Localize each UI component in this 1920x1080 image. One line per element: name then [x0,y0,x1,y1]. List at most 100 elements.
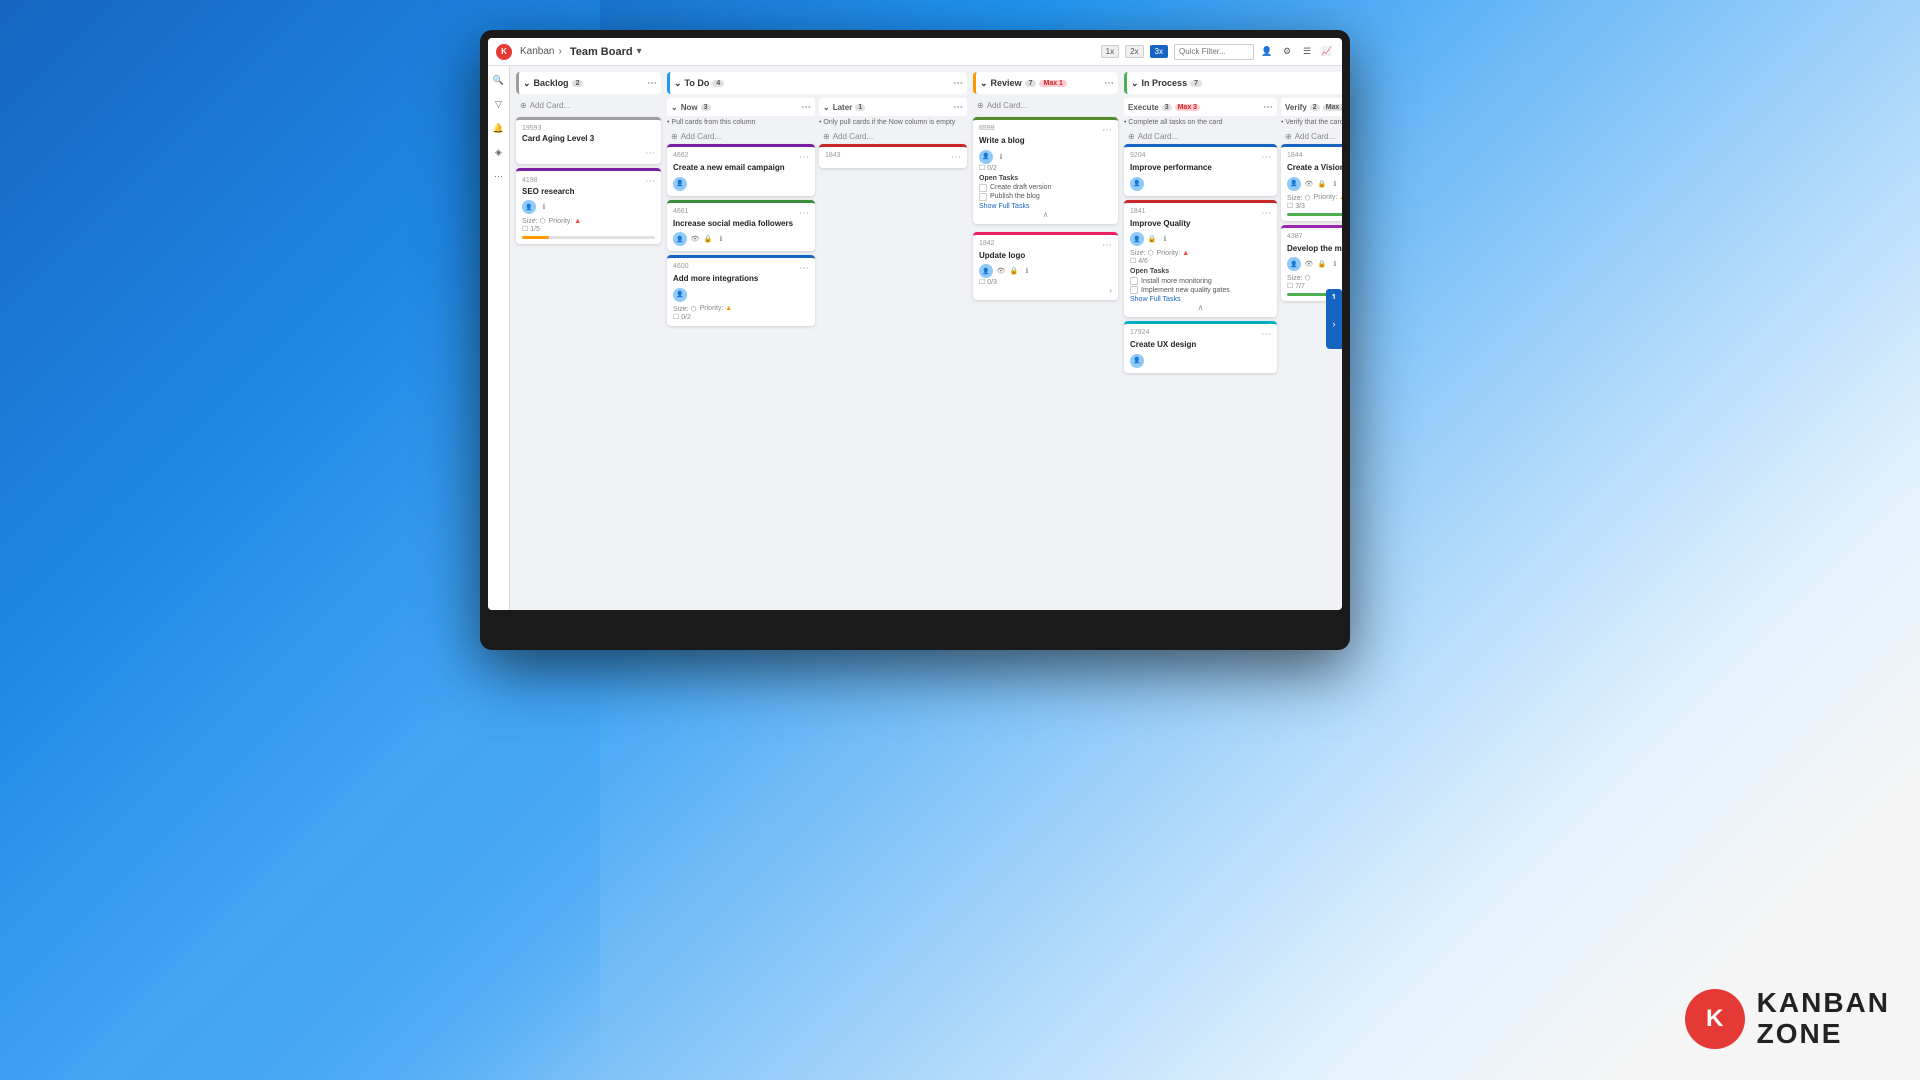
avatar: 👤 [673,288,687,302]
later-menu[interactable]: ⋯ [953,102,963,113]
card-title: Write a blog [979,136,1112,146]
card-menu-icon[interactable]: ⋯ [799,263,809,274]
card-1843[interactable]: 1843 ⋯ [819,144,967,168]
card-menu-icon[interactable]: ⋯ [1261,208,1271,219]
backlog-add-card-button[interactable]: ⊕ Add Card... [516,98,661,113]
todo-subcolumns: ⌄ Now 3 ⋯ • Pull cards from this column … [667,98,967,326]
verify-add-card-button[interactable]: ⊕ Add Card... [1281,129,1342,144]
column-header-in-process: ⌄ In Process 7 ⋯ [1124,72,1342,94]
review-add-card-button[interactable]: ⊕ Add Card... [973,98,1118,113]
card-9204[interactable]: 9204 ⋯ Improve performance 👤 [1124,144,1277,196]
kanbanzone-text: KANBAN ZONE [1757,988,1890,1050]
later-count: 1 [855,104,865,111]
avatar: 👤 [1130,354,1144,368]
task-checkbox[interactable] [979,184,987,192]
plus-icon: ⊕ [977,101,984,110]
backlog-title: Backlog [534,78,569,88]
expand-icon[interactable]: › [979,286,1112,295]
in-process-count: 7 [1190,80,1202,87]
zoom-2x-button[interactable]: 2x [1125,45,1143,58]
user-icon[interactable]: 👤 [1260,45,1274,59]
card-1844[interactable]: 1844 ⋯ Create a Vision 👤 👁 🔒 ℹ [1281,144,1342,221]
card-menu-icon[interactable]: ⋯ [951,152,961,163]
progress-bar [522,236,655,239]
now-count: 3 [701,104,711,111]
chevron-down-icon[interactable]: ▾ [637,46,642,57]
card-4662[interactable]: 4662 ⋯ Create a new email campaign 👤 [667,144,815,196]
card-menu-icon[interactable]: ⋯ [1102,125,1112,136]
zoom-3x-button[interactable]: 3x [1150,45,1168,58]
card-4661[interactable]: 4661 ⋯ Increase social media followers 👤… [667,200,815,252]
card-meta: 👤 👁 🔒 ℹ [979,264,1112,278]
card-title: Increase social media followers [673,219,809,229]
chart-icon[interactable]: 📈 [1320,45,1334,59]
card-menu-icon[interactable]: ⋯ [799,208,809,219]
card-19593[interactable]: 19593 Card Aging Level 3 ⋯ [516,117,661,164]
info-icon: ℹ [1330,259,1340,269]
plus-icon: ⊕ [671,132,678,141]
later-add-card-button[interactable]: ⊕ Add Card... [819,129,967,144]
priority-label: Priority: ▲ [549,218,582,225]
avatar: 👤 [1130,232,1144,246]
card-1841[interactable]: 1841 ⋯ Improve Quality 👤 🔒 ℹ Size: ⬡ [1124,200,1277,318]
review-title: Review [991,78,1022,88]
nav-kanban-label[interactable]: Kanban [520,46,554,57]
eye-icon: 👁 [1304,259,1314,269]
card-menu-icon[interactable]: ⋯ [1102,240,1112,251]
todo-title: To Do [685,78,710,88]
quick-filter-input[interactable] [1174,44,1254,60]
review-menu-icon[interactable]: ⋯ [1104,78,1114,89]
card-menu-icon[interactable]: ⋯ [522,148,655,159]
task-checkbox[interactable] [1130,277,1138,285]
card-menu-icon[interactable]: ⋯ [799,152,809,163]
card-size-priority: Size: ⬡ Priority: ▲ [1130,249,1271,257]
card-1842[interactable]: 1842 ⋯ Update logo 👤 👁 🔒 ℹ ☐ 0/3 › [973,232,1118,301]
card-title: Update logo [979,251,1112,261]
card-4600[interactable]: 4600 ⋯ Add more integrations 👤 Size: ⬡ P… [667,255,815,326]
expand-button[interactable]: › [1326,299,1342,349]
backlog-menu-icon[interactable]: ⋯ [647,78,657,89]
card-6599[interactable]: 6599 ⋯ Write a blog 👤 ℹ ☐ 0/2 Open Tasks… [973,117,1118,224]
sidebar-notification-icon[interactable]: 🔔 [491,120,507,136]
subcol-later: ⌄ Later 1 ⋯ • Only pull cards if the Now… [819,98,967,326]
sidebar-search-icon[interactable]: 🔍 [491,72,507,88]
card-17924[interactable]: 17924 ⋯ Create UX design 👤 [1124,321,1277,373]
card-counter: ☐ 3/3 [1287,202,1342,210]
sidebar-tag-icon[interactable]: ◈ [491,144,507,160]
execute-add-card-button[interactable]: ⊕ Add Card... [1124,129,1277,144]
now-add-card-button[interactable]: ⊕ Add Card... [667,129,815,144]
add-card-label: Add Card... [681,132,721,141]
collapse-icon[interactable]: ∧ [979,210,1112,219]
card-4198[interactable]: 4198 ⋯ SEO research 👤 ℹ Size: ⬡ Priority… [516,168,661,245]
show-full-tasks-link[interactable]: Show Full Tasks [1130,296,1271,303]
priority-label: Priority: ▲ [1314,194,1342,201]
sidebar-filter-icon[interactable]: ▽ [491,96,507,112]
filter-icon[interactable]: ☰ [1300,45,1314,59]
zoom-1x-button[interactable]: 1x [1101,45,1119,58]
app-nav[interactable]: Kanban › Team Board ▾ [520,46,642,58]
card-menu-icon[interactable]: ⋯ [1261,329,1271,340]
collapse-icon[interactable]: ∧ [1130,303,1271,312]
task-checkbox[interactable] [1130,286,1138,294]
todo-menu-icon[interactable]: ⋯ [953,78,963,89]
card-menu-icon[interactable]: ⋯ [1261,152,1271,163]
chevron-icon: ⌄ [823,103,830,112]
sidebar-more-icon[interactable]: ⋯ [491,168,507,184]
card-menu-icon[interactable]: ⋯ [645,176,655,187]
progress-fill [1287,213,1342,216]
card-counter: ☐ 0/2 [673,313,809,321]
settings-icon[interactable]: ⚙ [1280,45,1294,59]
card-id: 19593 [522,125,655,132]
card-meta: 👤 🔒 ℹ [1130,232,1271,246]
later-label: Later [833,103,853,112]
show-full-tasks-link[interactable]: Show Full Tasks [979,203,1112,210]
column-backlog: ⌄ Backlog 2 ⋯ ⊕ Add Card... 19593 Card A… [516,72,661,604]
now-menu[interactable]: ⋯ [801,102,811,113]
subcol-execute-header: Execute 3 Max 3 ⋯ [1124,98,1277,116]
later-description: • Only pull cards if the Now column is e… [819,116,967,129]
execute-menu[interactable]: ⋯ [1263,102,1273,113]
task-checkbox[interactable] [979,193,987,201]
verify-label: Verify [1285,103,1307,112]
avatar: 👤 [673,177,687,191]
subcol-execute: Execute 3 Max 3 ⋯ • Complete all tasks o… [1124,98,1277,373]
